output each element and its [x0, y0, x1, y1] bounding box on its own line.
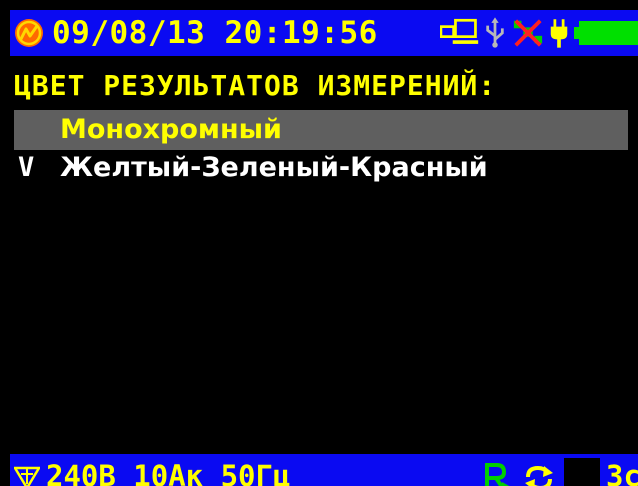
battery-icon	[574, 21, 638, 45]
bottom-status-bar: 240В 10Ак 50Гц 3с	[10, 454, 638, 486]
power-plug-icon	[550, 19, 568, 48]
filter-icon	[14, 466, 40, 486]
menu-item-label: Желтый-Зеленый-Красный	[60, 152, 488, 183]
top-status-bar: 09/08/13 20:19:56	[10, 10, 638, 56]
averaging-interval: 3с	[606, 459, 638, 486]
refresh-icon	[525, 465, 553, 486]
pc-connection-icon	[440, 18, 479, 44]
datetime-display: 09/08/13 20:19:56	[52, 15, 378, 51]
usb-icon	[486, 17, 504, 48]
recording-icon	[485, 463, 510, 486]
measurement-ranges: 240В 10Ак 50Гц	[46, 459, 291, 486]
menu-item-monochrome[interactable]: Монохромный	[14, 110, 628, 150]
menu-title: ЦВЕТ РЕЗУЛЬТАТОВ ИЗМЕРЕНИЙ:	[14, 69, 497, 102]
device-screen: 09/08/13 20:19:56 ЦВЕТ РЕЗУЛЬТАТОВ ИЗМЕР…	[10, 10, 638, 486]
menu-item-label: Монохромный	[60, 114, 282, 145]
no-satellite-icon	[513, 19, 543, 47]
brand-logo-icon	[15, 19, 43, 47]
menu-item-yellow-green-red[interactable]: V Желтый-Зеленый-Красный	[14, 148, 628, 188]
selection-mark: V	[18, 152, 35, 183]
indicator-box	[564, 458, 600, 486]
